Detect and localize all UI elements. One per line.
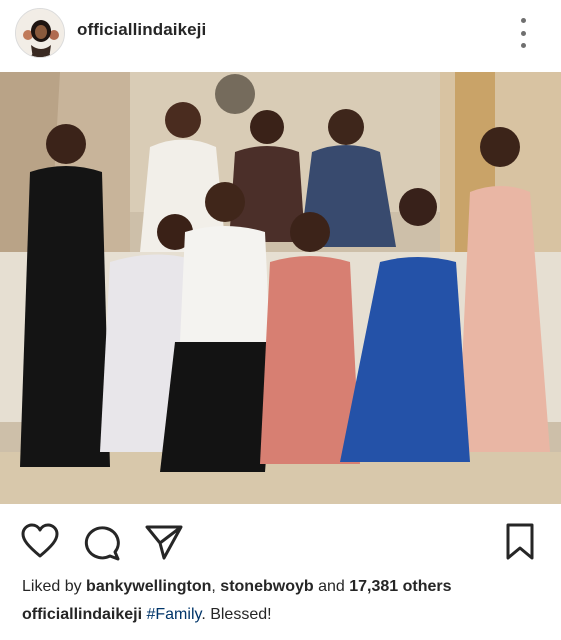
likes-summary: Liked by bankywellington, stonebwoyb and… (22, 578, 452, 596)
avatar[interactable] (15, 8, 65, 58)
more-options-icon-dot (520, 30, 526, 36)
likes-prefix: Liked by (22, 578, 82, 595)
share-button[interactable] (144, 522, 184, 562)
more-options-icon-dot (520, 43, 526, 48)
liker-username[interactable]: stonebwoyb (220, 578, 313, 595)
caption-text: . Blessed! (201, 606, 272, 623)
likes-others-count[interactable]: 17,381 others (349, 578, 451, 595)
post-caption: officiallindaikeji #Family. Blessed! (22, 606, 272, 624)
liker-username[interactable]: bankywellington (86, 578, 211, 595)
comment-bubble-icon (84, 526, 120, 561)
likes-and: and (318, 578, 345, 595)
post-photo[interactable] (0, 72, 561, 504)
heart-icon (21, 523, 59, 558)
family-portrait-image (0, 72, 561, 504)
bookmark-icon (506, 523, 534, 560)
caption-username[interactable]: officiallindaikeji (22, 606, 142, 623)
like-button[interactable] (20, 522, 60, 562)
likes-separator: , (211, 578, 216, 595)
caption-hashtag[interactable]: #Family (146, 606, 201, 623)
comment-button[interactable] (82, 522, 122, 562)
more-options-button[interactable] (512, 18, 534, 48)
paper-plane-icon (145, 525, 183, 560)
post-header: officiallindaikeji (0, 0, 561, 68)
save-button[interactable] (502, 522, 538, 562)
more-options-icon (520, 18, 526, 23)
avatar-image (16, 9, 64, 57)
post-actions (0, 518, 561, 568)
post-username[interactable]: officiallindaikeji (77, 20, 206, 40)
